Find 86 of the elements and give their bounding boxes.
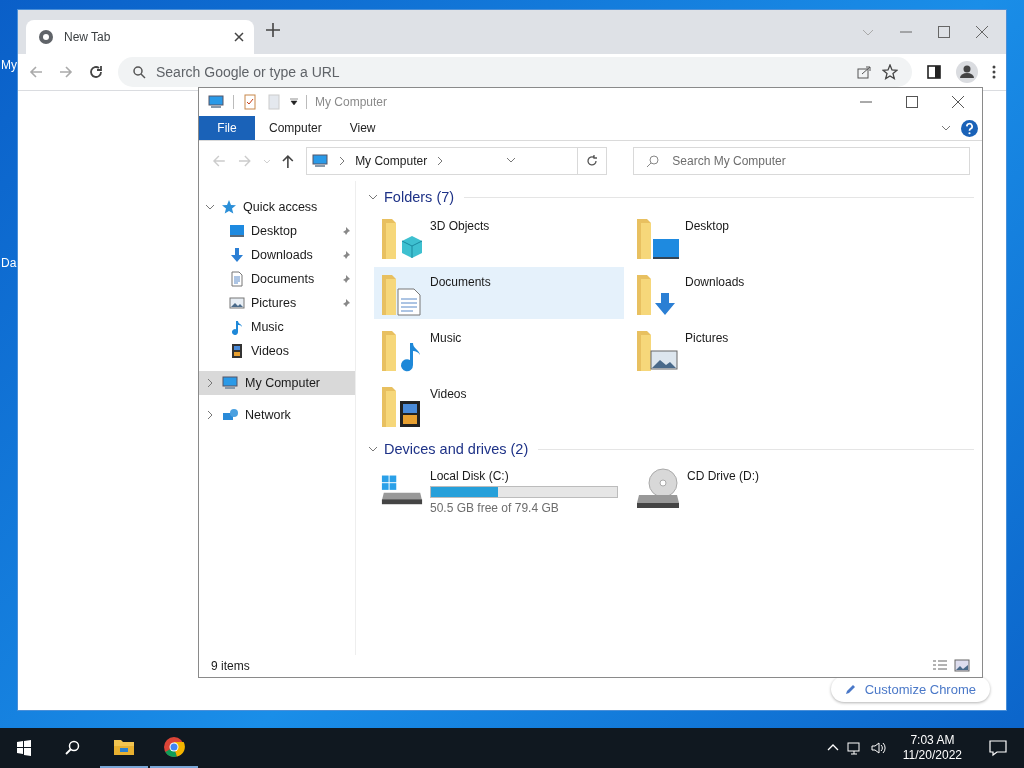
profile-avatar-icon[interactable] — [956, 61, 978, 83]
properties-icon[interactable] — [242, 94, 258, 110]
document-icon — [229, 271, 245, 287]
group-chevron-icon[interactable] — [368, 192, 378, 202]
folder-item[interactable]: Downloads — [629, 267, 879, 319]
computer-icon — [221, 375, 239, 391]
nav-item[interactable]: Quick access — [199, 195, 355, 219]
nav-item[interactable]: Downloads — [199, 243, 355, 267]
clock[interactable]: 7:03 AM 11/20/2022 — [894, 733, 970, 763]
search-icon — [64, 740, 80, 756]
windows-logo-icon — [16, 740, 32, 756]
close-icon[interactable] — [952, 96, 964, 108]
browser-logo-icon — [38, 29, 54, 45]
network-icon[interactable] — [846, 740, 863, 756]
ribbon-tab[interactable]: File — [199, 116, 255, 140]
ribbon-tab[interactable]: View — [335, 116, 390, 140]
nav-item[interactable]: My Computer — [199, 371, 355, 395]
new-tab-icon[interactable] — [266, 23, 280, 37]
close-icon[interactable] — [234, 32, 244, 42]
back-icon[interactable] — [28, 64, 44, 80]
pencil-icon — [844, 683, 857, 695]
monitor-icon — [229, 223, 245, 239]
drive-item[interactable]: CD Drive (D:) — [629, 463, 879, 515]
group-heading[interactable]: Devices and drives (2) — [384, 441, 529, 457]
folder-item[interactable]: Videos — [374, 379, 624, 431]
nav-item[interactable]: Network — [199, 403, 355, 427]
network-icon — [221, 407, 239, 423]
status-text: 9 items — [211, 659, 251, 673]
cd-drive-icon — [635, 467, 681, 511]
search-icon — [132, 65, 146, 79]
expand-chevron-icon[interactable] — [205, 410, 215, 420]
nav-item[interactable]: Videos — [199, 339, 355, 363]
desktop-icon-label: Da — [1, 256, 17, 270]
window-title: My Computer — [315, 95, 388, 109]
pin-icon — [341, 298, 351, 308]
notifications-icon[interactable] — [989, 739, 1007, 757]
nav-item[interactable]: Desktop — [199, 219, 355, 243]
folder-item[interactable]: Desktop — [629, 211, 879, 263]
large-icons-view-icon[interactable] — [954, 658, 970, 674]
star-icon — [221, 199, 237, 215]
down-arrow-icon — [229, 247, 245, 263]
maximize-icon[interactable] — [906, 96, 918, 108]
group-chevron-icon[interactable] — [368, 444, 378, 454]
picture-icon — [229, 295, 245, 311]
forward-icon[interactable] — [58, 64, 74, 80]
menu-icon[interactable] — [992, 64, 996, 80]
folder-item[interactable]: 3D Objects — [374, 211, 624, 263]
music-note-icon — [229, 319, 245, 335]
pin-icon — [341, 274, 351, 284]
pin-icon — [341, 226, 351, 236]
search-icon — [646, 154, 661, 168]
folder-item[interactable]: Music — [374, 323, 624, 375]
address-field[interactable]: My Computer — [306, 147, 608, 175]
refresh-icon — [586, 155, 599, 167]
customize-button[interactable]: Customize Chrome — [830, 676, 990, 702]
address-bar[interactable]: Search Google or type a URL — [118, 57, 912, 87]
volume-icon[interactable] — [870, 740, 887, 756]
breadcrumb-item[interactable]: My Computer — [355, 154, 428, 168]
dropdown-icon[interactable] — [290, 98, 298, 106]
nav-item[interactable]: Pictures — [199, 291, 355, 315]
browser-tab[interactable]: New Tab — [26, 20, 254, 54]
computer-icon — [311, 153, 330, 169]
film-icon — [229, 343, 245, 359]
maximize-icon[interactable] — [938, 26, 950, 38]
pin-icon — [341, 250, 351, 260]
share-icon[interactable] — [856, 64, 872, 80]
drive-item[interactable]: Local Disk (C:) 50.5 GB free of 79.4 GB — [374, 463, 624, 515]
search-field[interactable]: Search My Computer — [633, 147, 970, 175]
desktop-icon-label: My — [1, 58, 17, 72]
expand-chevron-icon[interactable] — [205, 378, 215, 388]
reload-icon[interactable] — [88, 64, 104, 80]
folder-item[interactable]: Pictures — [629, 323, 879, 375]
nav-item[interactable]: Music — [199, 315, 355, 339]
side-panel-icon[interactable] — [926, 64, 942, 80]
bookmark-star-icon[interactable] — [882, 64, 898, 80]
nav-item[interactable]: Documents — [199, 267, 355, 291]
expand-chevron-icon[interactable] — [205, 202, 215, 212]
computer-icon — [207, 94, 225, 110]
ribbon-tab[interactable]: Computer — [255, 116, 336, 140]
close-icon[interactable] — [976, 26, 988, 38]
folder-item[interactable]: Documents — [374, 267, 624, 319]
collapse-ribbon-icon[interactable] — [941, 123, 951, 133]
group-heading[interactable]: Folders (7) — [384, 189, 455, 205]
browser-logo-icon — [163, 736, 185, 758]
folder-icon — [113, 737, 135, 757]
help-icon[interactable] — [961, 119, 978, 137]
